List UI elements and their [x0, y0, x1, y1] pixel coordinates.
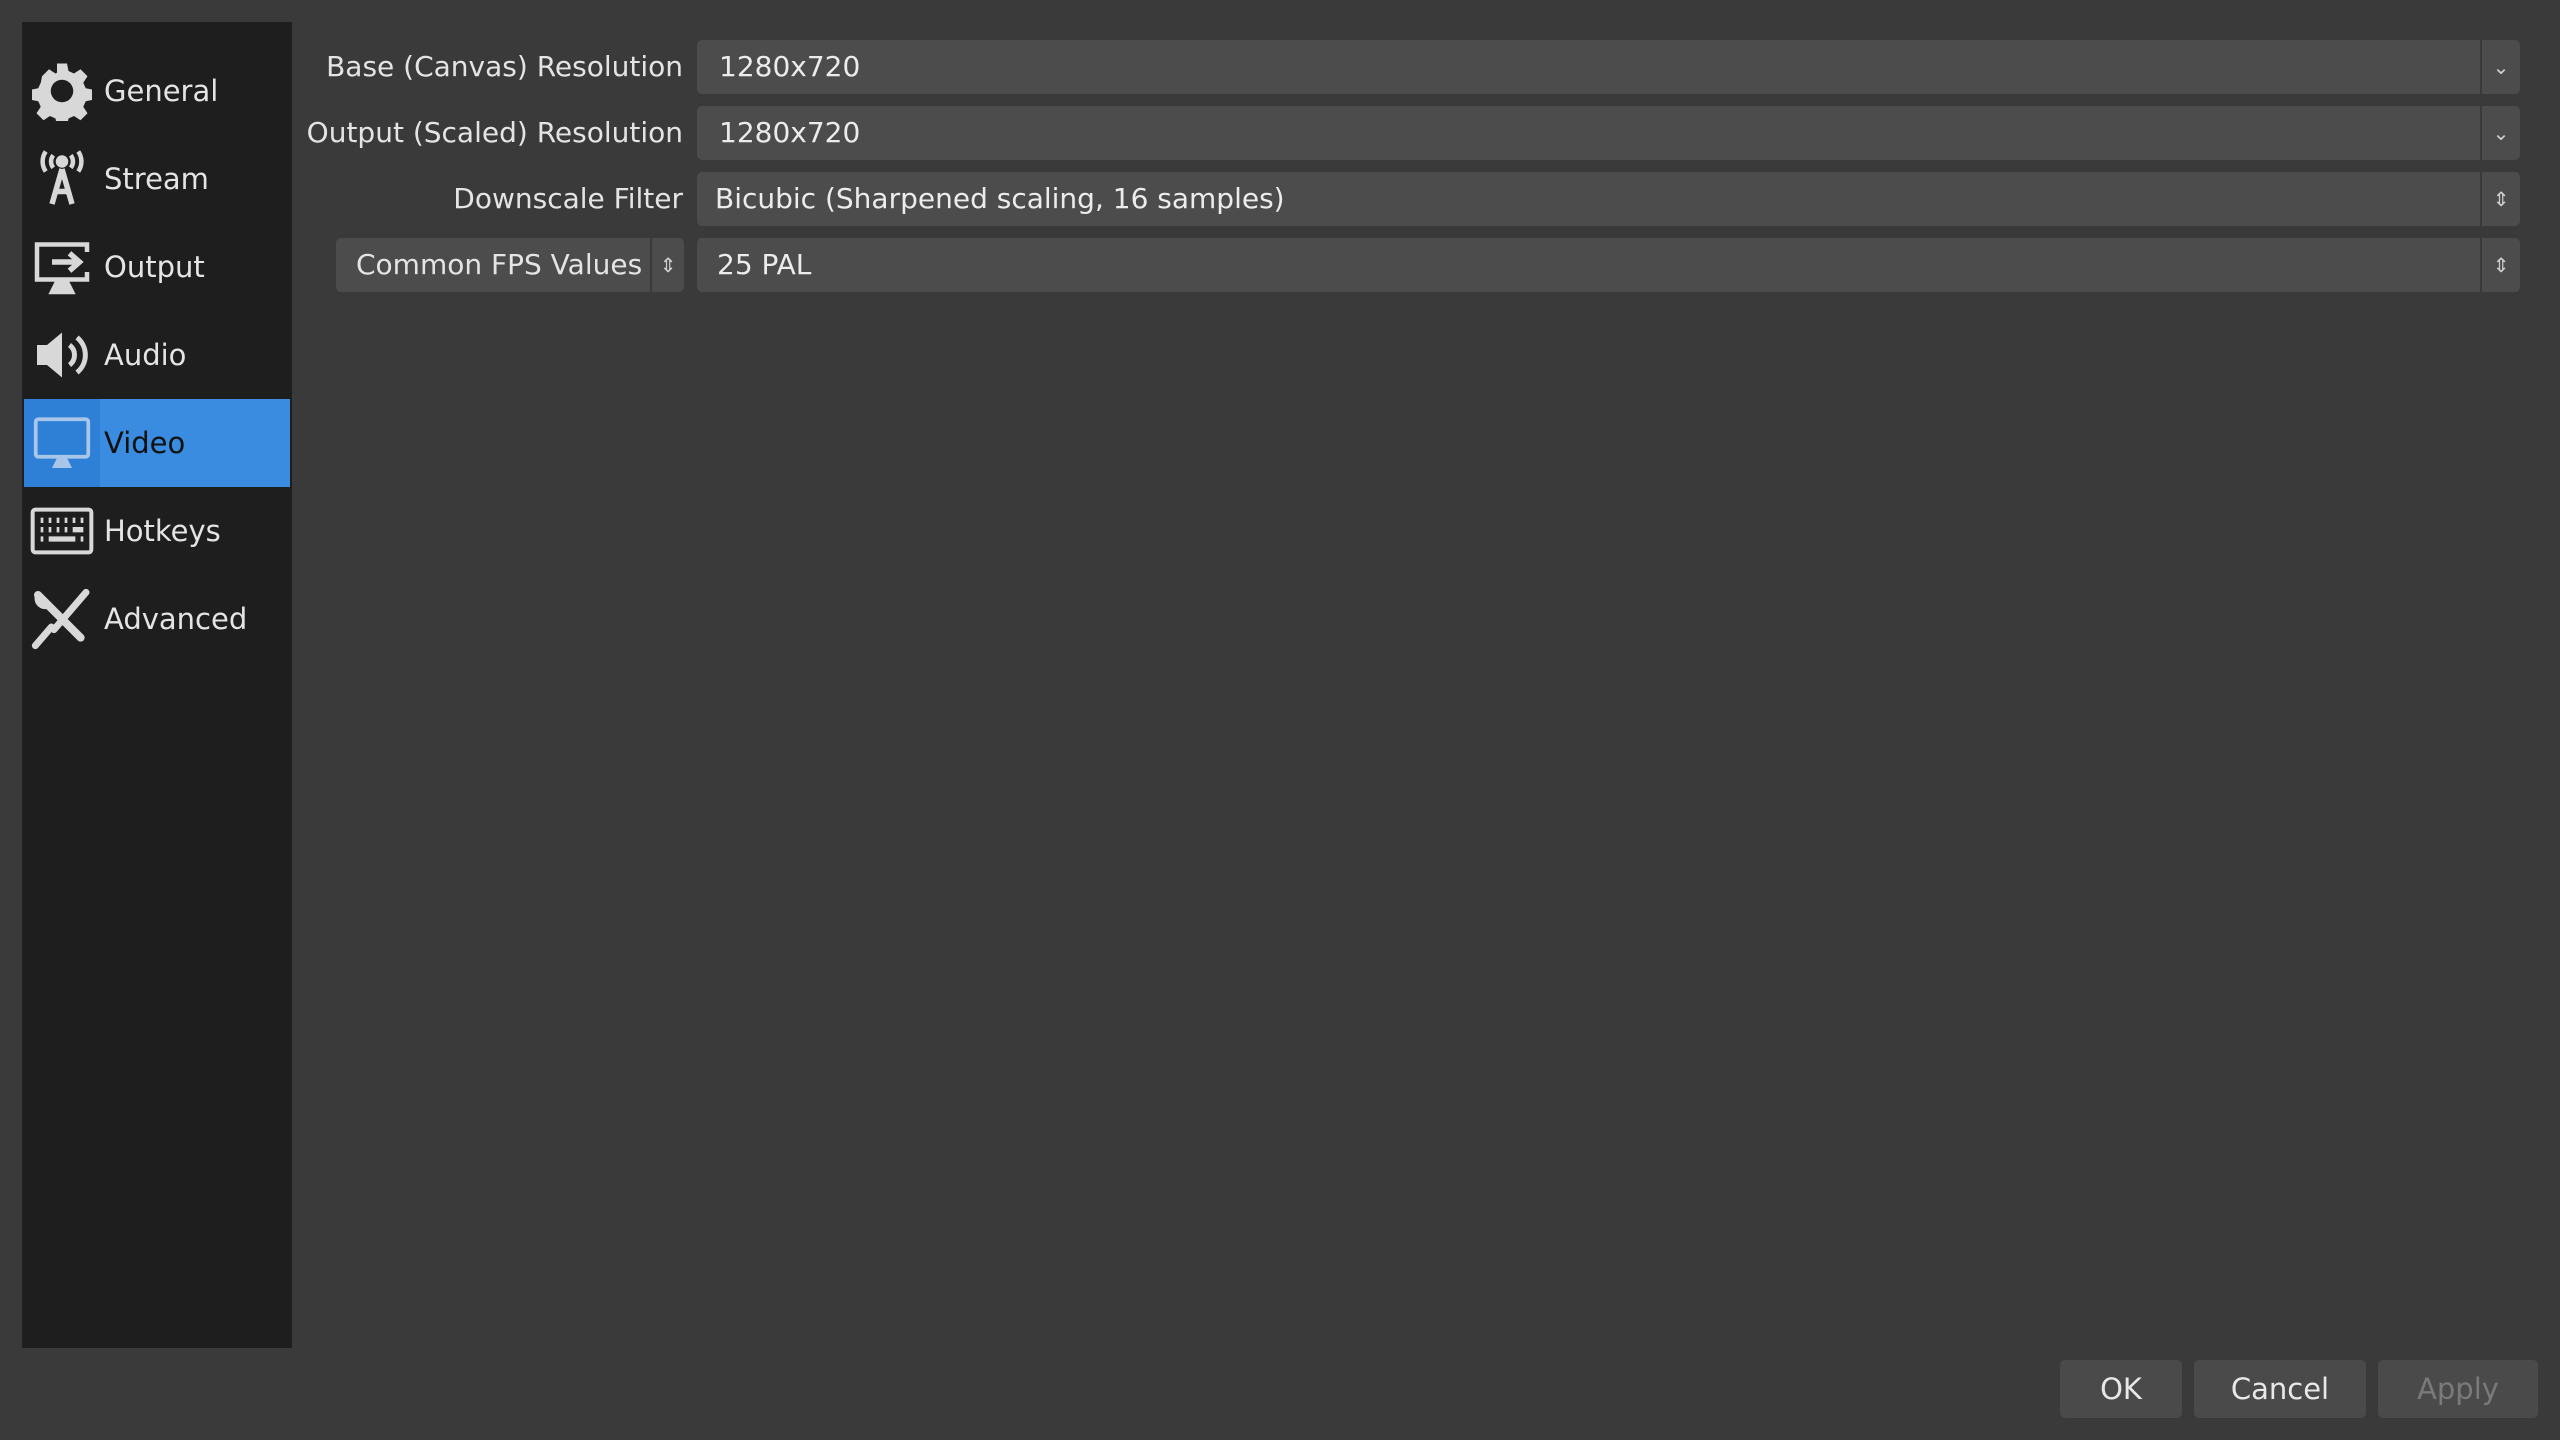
- output-resolution-label: Output (Scaled) Resolution: [306, 116, 683, 149]
- fps-value-select[interactable]: 25 PAL ⇕: [697, 238, 2520, 292]
- sidebar-item-label: Audio: [104, 338, 187, 372]
- sidebar-item-label: Output: [104, 250, 205, 284]
- sidebar-item-label: General: [104, 74, 219, 108]
- fps-value: 25 PAL: [717, 248, 812, 281]
- sidebar-item-label: Stream: [104, 162, 209, 196]
- downscale-filter-select[interactable]: Bicubic (Sharpened scaling, 16 samples) ⇕: [697, 172, 2520, 226]
- sidebar-item-label: Hotkeys: [104, 514, 221, 548]
- updown-icon[interactable]: ⇕: [650, 238, 684, 292]
- sidebar-item-general[interactable]: General: [24, 47, 290, 135]
- output-resolution-value: 1280x720: [719, 116, 861, 149]
- keyboard-icon: [24, 487, 100, 575]
- updown-icon[interactable]: ⇕: [2480, 172, 2520, 226]
- gear-icon: [24, 47, 100, 135]
- sidebar-item-output[interactable]: Output: [24, 223, 290, 311]
- settings-sidebar: General Stream Output Audio Video Hotkey…: [22, 22, 292, 1348]
- chevron-down-icon[interactable]: ⌄: [2480, 106, 2520, 160]
- monitor-arrow-icon: [24, 223, 100, 311]
- sidebar-item-video[interactable]: Video: [24, 399, 290, 487]
- ok-button[interactable]: OK: [2060, 1360, 2182, 1418]
- tools-icon: [24, 575, 100, 663]
- sidebar-item-label: Video: [104, 426, 186, 460]
- base-resolution-value: 1280x720: [719, 50, 861, 83]
- cancel-button[interactable]: Cancel: [2194, 1360, 2366, 1418]
- monitor-icon: [24, 399, 100, 487]
- base-resolution-combo[interactable]: 1280x720 ⌄: [697, 40, 2520, 94]
- fps-type-value: Common FPS Values: [356, 248, 643, 281]
- fps-type-select[interactable]: Common FPS Values ⇕: [336, 238, 684, 292]
- sidebar-item-stream[interactable]: Stream: [24, 135, 290, 223]
- sidebar-item-audio[interactable]: Audio: [24, 311, 290, 399]
- downscale-filter-value: Bicubic (Sharpened scaling, 16 samples): [715, 182, 1285, 215]
- sidebar-item-label: Advanced: [104, 602, 248, 636]
- sidebar-item-advanced[interactable]: Advanced: [24, 575, 290, 663]
- downscale-filter-label: Downscale Filter: [453, 182, 683, 215]
- apply-button[interactable]: Apply: [2378, 1360, 2538, 1418]
- output-resolution-combo[interactable]: 1280x720 ⌄: [697, 106, 2520, 160]
- updown-icon[interactable]: ⇕: [2480, 238, 2520, 292]
- chevron-down-icon[interactable]: ⌄: [2480, 40, 2520, 94]
- speaker-icon: [24, 311, 100, 399]
- antenna-icon: [24, 135, 100, 223]
- sidebar-item-hotkeys[interactable]: Hotkeys: [24, 487, 290, 575]
- base-resolution-label: Base (Canvas) Resolution: [326, 50, 683, 83]
